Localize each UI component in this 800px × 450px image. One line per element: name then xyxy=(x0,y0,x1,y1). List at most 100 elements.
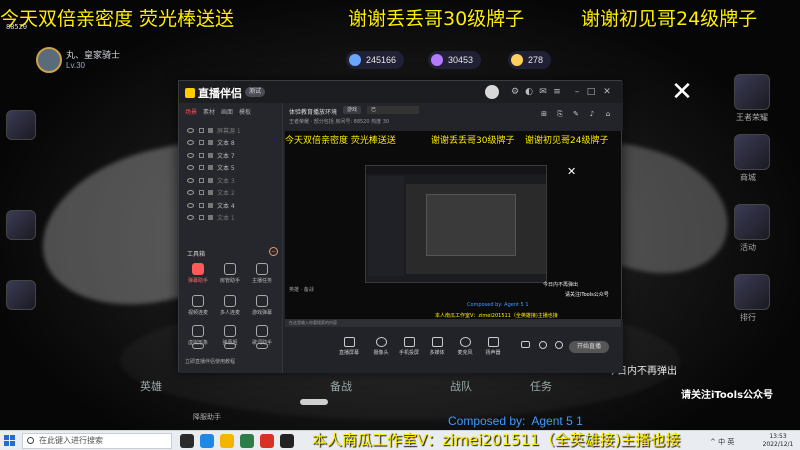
layer-row[interactable]: 屏幕源 1 xyxy=(179,124,282,137)
layer-row[interactable]: 文本 7 xyxy=(179,149,282,162)
tool-streamer-tasks[interactable]: 主播任务 xyxy=(247,263,277,284)
tool-game-danmu[interactable]: 游戏弹幕 xyxy=(247,295,277,316)
record-toggle[interactable] xyxy=(519,341,531,350)
search-icon xyxy=(27,437,34,444)
layer-row[interactable]: 文本 8 xyxy=(179,137,282,150)
phone-cast-button[interactable]: 手机投屏 xyxy=(397,337,421,356)
lock-icon[interactable] xyxy=(199,165,204,171)
user-avatar[interactable] xyxy=(485,85,499,99)
layer-list: 屏幕源 1 文本 8 文本 7 文本 5 文本 3 文本 2 文本 4 文本 1 xyxy=(179,124,282,224)
tool-multi-link[interactable]: 多人连麦 xyxy=(215,295,245,316)
media-button[interactable]: 多媒体 xyxy=(425,337,449,356)
tab-heroes[interactable]: 英雄 xyxy=(140,378,162,394)
microphone-button[interactable]: 麦克风 xyxy=(453,337,477,356)
preview-marquee-2: 谢谢丢丢哥30级牌子 xyxy=(431,136,515,146)
lock-icon[interactable] xyxy=(199,127,204,133)
tab-tasks[interactable]: 任务 xyxy=(530,378,552,394)
monitor-icon xyxy=(343,337,355,347)
message-icon[interactable]: ✉ xyxy=(537,86,549,98)
stream-preview[interactable]: 今天双倍亲密度 荧光棒送送 谢谢丢丢哥30级牌子 谢谢初见哥24级牌子 ✕ 英雄… xyxy=(285,131,621,319)
eye-icon[interactable] xyxy=(187,202,194,208)
window-close-icon[interactable]: ✕ xyxy=(601,86,613,98)
store-icon[interactable] xyxy=(240,434,254,448)
layer-row[interactable]: 文本 2 xyxy=(179,187,282,200)
layer-row[interactable]: 文本 5 xyxy=(179,162,282,175)
tool-more[interactable] xyxy=(247,343,277,351)
folder-icon[interactable] xyxy=(220,434,234,448)
nested-titlebar xyxy=(366,166,546,174)
app-icon-red[interactable] xyxy=(260,434,274,448)
start-live-button[interactable]: 开始直播 xyxy=(569,341,609,353)
eye-icon[interactable] xyxy=(187,140,194,146)
eye-icon[interactable] xyxy=(187,177,194,183)
tab-scenes[interactable]: 场景 xyxy=(185,107,197,116)
nested-app-preview xyxy=(365,165,547,283)
left-icon-3[interactable] xyxy=(6,280,36,310)
stream-title[interactable]: 体验教育播放环境 xyxy=(289,107,337,116)
settings-button[interactable] xyxy=(553,341,565,351)
eye-icon[interactable] xyxy=(187,165,194,171)
left-icon-1[interactable] xyxy=(6,110,36,140)
side-icon-3[interactable] xyxy=(734,204,770,240)
lock-icon[interactable] xyxy=(199,190,204,196)
tab-assets[interactable]: 素材 xyxy=(203,107,215,116)
player-avatar[interactable] xyxy=(36,47,62,73)
menu-icon[interactable]: ≡ xyxy=(551,86,563,98)
share-icon[interactable]: ⎘ xyxy=(555,109,565,119)
windows-start-icon[interactable] xyxy=(4,435,16,447)
tool-pk[interactable] xyxy=(183,343,213,351)
eye-icon[interactable] xyxy=(187,190,194,196)
tab-prepare[interactable]: 备战 xyxy=(330,378,352,394)
task-view-icon[interactable] xyxy=(180,434,194,448)
gift-icon[interactable]: ⊞ xyxy=(539,109,549,119)
camera-button[interactable]: 摄像头 xyxy=(369,337,393,356)
edge-icon[interactable] xyxy=(200,434,214,448)
collapse-icon[interactable]: − xyxy=(269,247,278,256)
edit-icon[interactable]: ✎ xyxy=(571,109,581,119)
toolbox-header: 工具箱 xyxy=(187,251,206,258)
taskbar-clock[interactable]: 13:53 2022/12/1 xyxy=(760,433,796,449)
close-icon[interactable]: ✕ xyxy=(670,79,694,105)
text-layer-icon xyxy=(208,140,213,146)
tool-video-link[interactable]: 视频连麦 xyxy=(183,295,213,316)
lock-icon[interactable] xyxy=(199,140,204,146)
lock-icon[interactable] xyxy=(199,177,204,183)
eye-icon[interactable] xyxy=(187,127,194,133)
layer-row[interactable]: 文本 1 xyxy=(179,212,282,225)
maximize-icon[interactable]: □ xyxy=(585,86,597,98)
tab-canvas[interactable]: 画面 xyxy=(221,107,233,116)
speaker-icon xyxy=(487,337,499,347)
tool-room-manager[interactable]: 房管助手 xyxy=(215,263,245,284)
side-icon-1[interactable] xyxy=(734,74,770,110)
tutorial-notice[interactable]: 立即直播伴侣使用教程 xyxy=(185,358,235,365)
streaming-app-icon[interactable] xyxy=(280,434,294,448)
minimize-icon[interactable]: – xyxy=(571,86,583,98)
side-icon-2[interactable] xyxy=(734,134,770,170)
tool-danmu-helper[interactable]: 弹幕助手 xyxy=(183,263,213,284)
eye-toggle[interactable] xyxy=(537,341,549,351)
shop-icon[interactable]: ⌂ xyxy=(603,109,613,119)
notification-icon[interactable]: ♪ xyxy=(587,109,597,119)
studio-ad-text: 本人南瓜工作室V：zimei201511（全英雄接)主播也接 xyxy=(312,431,681,449)
skin-icon[interactable]: ◐ xyxy=(523,86,535,98)
edit-field[interactable]: 已 xyxy=(367,106,419,114)
lock-icon[interactable] xyxy=(199,152,204,158)
lock-icon[interactable] xyxy=(199,215,204,221)
tab-templates[interactable]: 模板 xyxy=(239,107,251,116)
eye-icon[interactable] xyxy=(187,152,194,158)
speaker-button[interactable]: 扬声器 xyxy=(481,337,505,356)
lock-icon[interactable] xyxy=(199,202,204,208)
category-chip[interactable]: 游戏 xyxy=(343,106,362,114)
system-tray[interactable]: ^ 中 英 xyxy=(710,437,734,447)
tab-team[interactable]: 战队 xyxy=(450,378,472,394)
eye-icon[interactable] xyxy=(187,215,194,221)
layer-row[interactable]: 文本 3 xyxy=(179,174,282,187)
left-icon-2[interactable] xyxy=(6,210,36,240)
side-icon-4[interactable] xyxy=(734,274,770,310)
taskbar-search-input[interactable]: 在此键入进行搜索 xyxy=(22,433,172,449)
danmu-icon xyxy=(224,325,236,337)
screen-capture-button[interactable]: 直播屏幕 xyxy=(337,337,361,356)
layer-row[interactable]: 文本 4 xyxy=(179,199,282,212)
tool-record[interactable] xyxy=(215,343,245,351)
settings-icon[interactable]: ⚙ xyxy=(509,86,521,98)
